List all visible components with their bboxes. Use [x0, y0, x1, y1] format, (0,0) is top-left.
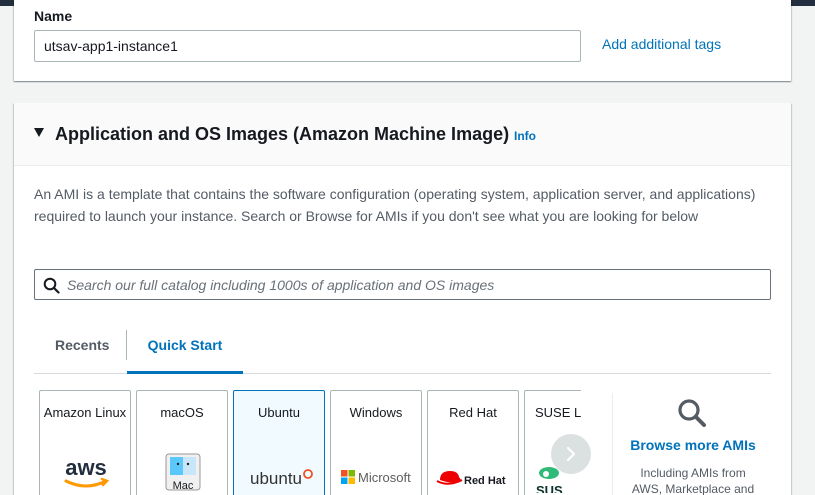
ami-tabs: Recents Quick Start — [34, 329, 771, 374]
aws-logo-text: aws — [65, 455, 107, 480]
info-link[interactable]: Info — [514, 129, 536, 143]
mac-finder-logo-icon: Mac — [137, 453, 227, 493]
browse-more-amis-subtext: Including AMIs from AWS, Marketplace and — [631, 466, 755, 495]
os-card-carousel: Amazon Linux aws macOS Mac Ubuntu ubuntu… — [39, 390, 581, 495]
tab-recents[interactable]: Recents — [55, 329, 109, 373]
tab-quick-start[interactable]: Quick Start — [127, 329, 243, 374]
os-card-name: Ubuntu — [258, 405, 300, 420]
os-card-windows[interactable]: Windows Microsoft — [330, 390, 422, 495]
magnifier-icon — [676, 397, 708, 434]
add-additional-tags-link[interactable]: Add additional tags — [602, 36, 721, 52]
aws-logo-icon: aws — [40, 453, 130, 493]
os-card-name: Windows — [349, 405, 403, 420]
name-and-tags-panel: Name utsav-app1-instance1 Add additional… — [14, 0, 791, 81]
microsoft-logo-icon: Microsoft — [331, 453, 421, 493]
search-icon — [43, 277, 60, 299]
os-card-ubuntu[interactable]: Ubuntu ubuntu — [233, 390, 325, 495]
chevron-right-icon — [566, 446, 576, 462]
ami-panel: Application and OS Images (Amazon Machin… — [14, 103, 791, 495]
browse-more-amis: Browse more AMIs Including AMIs from AWS… — [612, 393, 792, 495]
search-placeholder: Search our full catalog including 1000s … — [67, 277, 495, 293]
os-card-macos[interactable]: macOS Mac — [136, 390, 228, 495]
os-card-name: Amazon Linux — [43, 405, 127, 420]
os-card-name: Red Hat — [449, 405, 497, 420]
microsoft-logo-text: Microsoft — [358, 470, 411, 485]
ami-panel-title: Application and OS Images (Amazon Machin… — [55, 124, 510, 144]
os-card-red-hat[interactable]: Red Hat Red Hat — [427, 390, 519, 495]
ami-description: An AMI is a template that contains the s… — [34, 186, 756, 224]
ami-search-input[interactable]: Search our full catalog including 1000s … — [34, 269, 771, 300]
ami-panel-header[interactable]: Application and OS Images (Amazon Machin… — [14, 103, 791, 166]
carousel-next-button[interactable] — [551, 434, 591, 474]
mac-logo-text: Mac — [173, 480, 194, 492]
suse-logo-text: SUS — [536, 483, 563, 493]
name-label: Name — [34, 8, 73, 24]
os-card-name: macOS — [160, 405, 204, 420]
ubuntu-logo-icon: ubuntu — [234, 453, 324, 493]
instance-name-input[interactable]: utsav-app1-instance1 — [34, 30, 581, 62]
redhat-logo-icon: Red Hat — [428, 453, 518, 493]
os-card-name: SUSE Li — [535, 405, 581, 420]
redhat-logo-text: Red Hat — [464, 475, 506, 487]
ubuntu-logo-text: ubuntu — [250, 469, 302, 488]
browse-more-amis-link[interactable]: Browse more AMIs — [613, 437, 773, 453]
caret-down-icon[interactable] — [34, 128, 44, 137]
os-card-amazon-linux[interactable]: Amazon Linux aws — [39, 390, 131, 495]
